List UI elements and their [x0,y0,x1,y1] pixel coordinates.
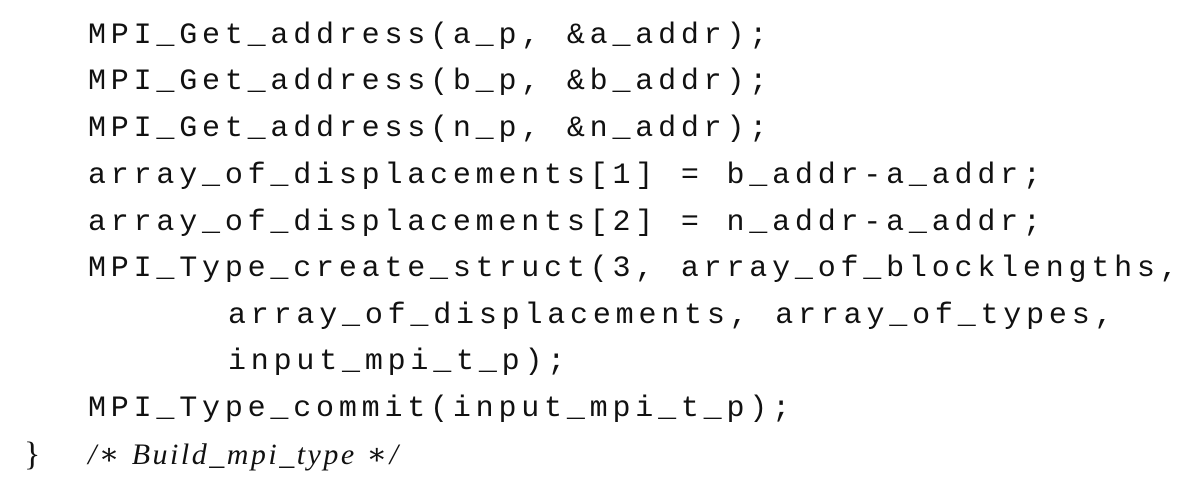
code-line-7: array_of_displacements, array_of_types, [228,299,1118,333]
function-end-comment: /∗ Build_mpi_type ∗/ [88,438,401,471]
code-line-6: MPI_Type_create_struct(3, array_of_block… [88,252,1183,286]
code-line-3: MPI_Get_address(n_p, &n_addr); [88,112,773,146]
code-line-5: array_of_displacements[2] = n_addr-a_add… [88,206,1046,240]
code-line-4: array_of_displacements[1] = b_addr-a_add… [88,159,1046,193]
closing-brace: } [24,436,41,473]
code-line-8: input_mpi_t_p); [228,345,571,379]
code-line-9: MPI_Type_commit(input_mpi_t_p); [88,392,795,426]
code-listing: MPI_Get_address(a_p, &a_addr); MPI_Get_a… [0,0,1184,490]
code-line-2: MPI_Get_address(b_p, &b_addr); [88,65,773,99]
code-line-1: MPI_Get_address(a_p, &a_addr); [88,19,773,53]
